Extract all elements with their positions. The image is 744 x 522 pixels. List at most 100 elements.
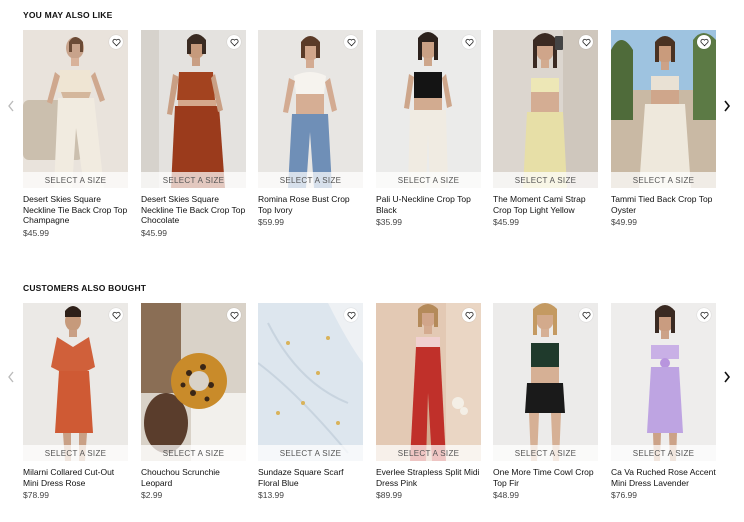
product-photo bbox=[258, 303, 363, 461]
select-size-button[interactable]: SELECT A SIZE bbox=[23, 172, 128, 188]
wishlist-button[interactable] bbox=[344, 35, 358, 49]
product-card[interactable]: SELECT A SIZE Tammi Tied Back Crop Top O… bbox=[611, 30, 716, 227]
product-photo bbox=[376, 30, 481, 188]
carousel-prev-button[interactable] bbox=[5, 369, 17, 385]
product-photo bbox=[258, 30, 363, 188]
heart-icon bbox=[699, 311, 709, 319]
product-photo bbox=[493, 30, 598, 188]
product-photo bbox=[611, 303, 716, 461]
wishlist-button[interactable] bbox=[579, 35, 593, 49]
product-price: $76.99 bbox=[611, 490, 637, 500]
product-price: $45.99 bbox=[23, 228, 49, 238]
section-title: YOU MAY ALSO LIKE bbox=[23, 10, 113, 20]
product-name[interactable]: One More Time Cowl Crop Top Fir bbox=[493, 467, 598, 488]
section-title: CUSTOMERS ALSO BOUGHT bbox=[23, 283, 147, 293]
chevron-left-icon bbox=[8, 371, 14, 383]
product-photo bbox=[493, 303, 598, 461]
product-card[interactable]: SELECT A SIZE Romina Rose Bust Crop Top … bbox=[258, 30, 363, 227]
product-image[interactable]: SELECT A SIZE bbox=[258, 303, 363, 461]
product-card[interactable]: SELECT A SIZE Desert Skies Square Neckli… bbox=[141, 30, 246, 238]
heart-icon bbox=[699, 38, 709, 46]
product-card[interactable]: SELECT A SIZE The Moment Cami Strap Crop… bbox=[493, 30, 598, 227]
product-name[interactable]: Tammi Tied Back Crop Top Oyster bbox=[611, 194, 716, 215]
product-card[interactable]: SELECT A SIZE Everlee Strapless Split Mi… bbox=[376, 303, 481, 500]
product-photo bbox=[23, 303, 128, 461]
product-image[interactable]: SELECT A SIZE bbox=[611, 303, 716, 461]
select-size-button[interactable]: SELECT A SIZE bbox=[141, 445, 246, 461]
heart-icon bbox=[581, 38, 591, 46]
product-price: $89.99 bbox=[376, 490, 402, 500]
select-size-button[interactable]: SELECT A SIZE bbox=[493, 172, 598, 188]
heart-icon bbox=[581, 311, 591, 319]
product-card[interactable]: SELECT A SIZE Milarni Collared Cut-Out M… bbox=[23, 303, 128, 500]
select-size-button[interactable]: SELECT A SIZE bbox=[493, 445, 598, 461]
select-size-button[interactable]: SELECT A SIZE bbox=[376, 172, 481, 188]
product-name[interactable]: Chouchou Scrunchie Leopard bbox=[141, 467, 246, 488]
product-price: $2.99 bbox=[141, 490, 163, 500]
product-card[interactable]: SELECT A SIZE Sundaze Square Scarf Flora… bbox=[258, 303, 363, 500]
product-card[interactable]: SELECT A SIZE Desert Skies Square Neckli… bbox=[23, 30, 128, 238]
product-name[interactable]: Sundaze Square Scarf Floral Blue bbox=[258, 467, 363, 488]
heart-icon bbox=[464, 38, 474, 46]
product-image[interactable]: SELECT A SIZE bbox=[258, 30, 363, 188]
product-price: $59.99 bbox=[258, 217, 284, 227]
heart-icon bbox=[111, 38, 121, 46]
product-card[interactable]: SELECT A SIZE One More Time Cowl Crop To… bbox=[493, 303, 598, 500]
select-size-button[interactable]: SELECT A SIZE bbox=[258, 445, 363, 461]
carousel-prev-button[interactable] bbox=[5, 98, 17, 114]
product-photo bbox=[23, 30, 128, 188]
product-name[interactable]: Milarni Collared Cut-Out Mini Dress Rose bbox=[23, 467, 128, 488]
you-may-also-like-section: YOU MAY ALSO LIKE SELECT A SIZE Desert S… bbox=[0, 0, 744, 260]
select-size-button[interactable]: SELECT A SIZE bbox=[611, 445, 716, 461]
product-price: $13.99 bbox=[258, 490, 284, 500]
wishlist-button[interactable] bbox=[697, 35, 711, 49]
product-name[interactable]: Desert Skies Square Neckline Tie Back Cr… bbox=[141, 194, 246, 226]
wishlist-button[interactable] bbox=[697, 308, 711, 322]
product-card[interactable]: SELECT A SIZE Ca Va Ruched Rose Accent M… bbox=[611, 303, 716, 500]
select-size-button[interactable]: SELECT A SIZE bbox=[141, 172, 246, 188]
product-price: $49.99 bbox=[611, 217, 637, 227]
product-card[interactable]: SELECT A SIZE Chouchou Scrunchie Leopard… bbox=[141, 303, 246, 500]
product-photo bbox=[141, 30, 246, 188]
product-image[interactable]: SELECT A SIZE bbox=[376, 303, 481, 461]
carousel-next-button[interactable] bbox=[721, 369, 733, 385]
wishlist-button[interactable] bbox=[579, 308, 593, 322]
chevron-right-icon bbox=[724, 371, 731, 383]
heart-icon bbox=[229, 311, 239, 319]
select-size-button[interactable]: SELECT A SIZE bbox=[376, 445, 481, 461]
product-image[interactable]: SELECT A SIZE bbox=[611, 30, 716, 188]
product-name[interactable]: Romina Rose Bust Crop Top Ivory bbox=[258, 194, 363, 215]
wishlist-button[interactable] bbox=[227, 308, 241, 322]
product-name[interactable]: Ca Va Ruched Rose Accent Mini Dress Lave… bbox=[611, 467, 716, 488]
product-image[interactable]: SELECT A SIZE bbox=[493, 303, 598, 461]
product-name[interactable]: The Moment Cami Strap Crop Top Light Yel… bbox=[493, 194, 598, 215]
wishlist-button[interactable] bbox=[462, 35, 476, 49]
product-image[interactable]: SELECT A SIZE bbox=[23, 303, 128, 461]
product-price: $78.99 bbox=[23, 490, 49, 500]
heart-icon bbox=[229, 38, 239, 46]
select-size-button[interactable]: SELECT A SIZE bbox=[23, 445, 128, 461]
carousel-next-button[interactable] bbox=[721, 98, 733, 114]
product-name[interactable]: Desert Skies Square Neckline Tie Back Cr… bbox=[23, 194, 128, 226]
wishlist-button[interactable] bbox=[109, 308, 123, 322]
wishlist-button[interactable] bbox=[344, 308, 358, 322]
product-image[interactable]: SELECT A SIZE bbox=[376, 30, 481, 188]
wishlist-button[interactable] bbox=[227, 35, 241, 49]
wishlist-button[interactable] bbox=[109, 35, 123, 49]
wishlist-button[interactable] bbox=[462, 308, 476, 322]
product-photo bbox=[611, 30, 716, 188]
product-card[interactable]: SELECT A SIZE Pali U-Neckline Crop Top B… bbox=[376, 30, 481, 227]
product-image[interactable]: SELECT A SIZE bbox=[23, 30, 128, 188]
product-price: $45.99 bbox=[141, 228, 167, 238]
product-name[interactable]: Everlee Strapless Split Midi Dress Pink bbox=[376, 467, 481, 488]
select-size-button[interactable]: SELECT A SIZE bbox=[258, 172, 363, 188]
product-image[interactable]: SELECT A SIZE bbox=[141, 30, 246, 188]
product-price: $45.99 bbox=[493, 217, 519, 227]
product-name[interactable]: Pali U-Neckline Crop Top Black bbox=[376, 194, 481, 215]
product-price: $35.99 bbox=[376, 217, 402, 227]
product-image[interactable]: SELECT A SIZE bbox=[493, 30, 598, 188]
product-image[interactable]: SELECT A SIZE bbox=[141, 303, 246, 461]
product-photo bbox=[376, 303, 481, 461]
heart-icon bbox=[111, 311, 121, 319]
select-size-button[interactable]: SELECT A SIZE bbox=[611, 172, 716, 188]
